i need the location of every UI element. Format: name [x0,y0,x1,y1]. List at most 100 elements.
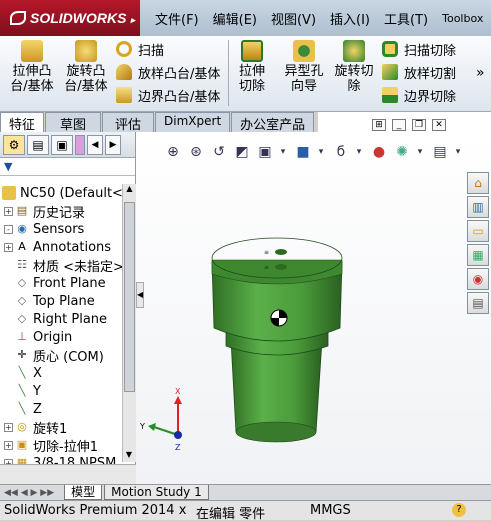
file-explorer-icon[interactable]: ▭ [467,220,489,242]
loft-icon [116,64,132,80]
scroll-up-icon[interactable]: ▲ [123,184,136,196]
view-settings-dropdown-icon[interactable]: ▾ [454,143,462,161]
task-pane: ⌂ ▥ ▭ ▦ ◉ ▤ [467,172,491,320]
display-style-icon[interactable]: ■ [294,143,312,161]
hide-show-items-icon[interactable]: ϭ [332,143,350,161]
tree-item[interactable]: + ◎ 旋转1 [0,418,122,437]
tree-item[interactable]: + A Annotations [0,238,122,256]
custom-properties-icon[interactable]: ▤ [467,292,489,314]
title-menu-bar: SOLIDWORKS ▸ 文件(F) 编辑(E) 视图(V) 插入(I) 工具(T… [0,0,491,36]
tree-item[interactable]: ╲ X [0,364,122,382]
material-icon: ☷ [17,258,27,271]
solidworks-resources-icon[interactable]: ⌂ [467,172,489,194]
expand-plus-icon[interactable]: + [4,422,13,432]
menu-view[interactable]: 视图(V) [264,9,323,28]
svg-text:≡: ≡ [264,249,269,256]
tile-windows-icon[interactable]: ⊞ [372,119,386,131]
sweep-button[interactable]: 扫描 [116,40,164,59]
tree-item[interactable]: + ▤ 历史记录 [0,202,122,221]
tree-item[interactable]: ⊥ Origin [0,328,122,346]
lofted-cut-button[interactable]: 放样切割 [382,63,456,82]
view-settings-icon[interactable]: ▤ [431,143,449,161]
design-library-icon[interactable]: ▥ [467,196,489,218]
tab-dimxpert[interactable]: DimXpert [155,112,231,132]
tree-item[interactable]: ◇ Top Plane [0,292,122,310]
tab-motion-study[interactable]: Motion Study 1 [104,485,209,500]
boundary-boss-button[interactable]: 边界凸台/基体 [116,86,220,105]
revolve-cut-button[interactable]: 旋转切除 [334,40,374,94]
status-help-icon[interactable]: ? [452,503,466,517]
tree-item[interactable]: ✛ 质心 (COM) [0,346,122,365]
swept-cut-button[interactable]: 扫描切除 [382,40,456,59]
section-view-icon[interactable]: ◩ [233,143,251,161]
tab-scroll-icons[interactable]: ◀◀ ◀ ▶ ▶▶ [4,488,54,498]
tab-model[interactable]: 模型 [64,485,103,500]
tree-item[interactable]: + ▣ 切除-拉伸1 [0,436,122,455]
panel-scroll-right-icon[interactable]: ▶ [105,134,121,155]
tree-horizontal-scrollbar[interactable] [0,464,136,484]
appearances-scenes-icon[interactable]: ◉ [467,268,489,290]
collapse-minus-icon[interactable]: - [4,224,13,234]
view-orientation-dropdown-icon[interactable]: ▾ [279,143,287,161]
center-of-mass-marker[interactable] [270,309,288,327]
tab-evaluate[interactable]: 评估 [102,112,155,133]
tab-sketch[interactable]: 草图 [45,112,102,133]
property-manager-tab-icon[interactable]: ▤ [27,134,49,155]
zoom-to-area-icon[interactable]: ⊛ [187,143,205,161]
menu-edit[interactable]: 编辑(E) [206,9,264,28]
dimxpert-manager-tab-icon[interactable] [75,134,85,155]
scroll-down-icon[interactable]: ▼ [123,450,135,462]
menu-insert[interactable]: 插入(I) [323,9,377,28]
tree-vertical-scrollbar[interactable]: ▲ ▼ [122,184,136,462]
scroll-thumb[interactable] [124,202,135,392]
panel-scroll-left-icon[interactable]: ◀ [87,134,103,155]
close-document-icon[interactable]: ✕ [432,119,446,131]
tree-item[interactable]: + ▦ 3/8-18 NPSM [0,454,122,464]
sensors-icon: ◉ [17,222,27,235]
graphics-area[interactable]: ≡ ≡ X Y Z [136,132,491,484]
expand-plus-icon[interactable]: + [4,440,13,450]
menu-toolbox[interactable]: Toolbox [435,12,490,25]
panel-collapse-handle[interactable]: ◀ [136,282,144,308]
display-style-dropdown-icon[interactable]: ▾ [317,143,325,161]
minimize-document-icon[interactable]: _ [392,119,406,131]
tab-office-products[interactable]: 办公室产品 [231,112,315,133]
tree-item[interactable]: ╲ Z [0,400,122,418]
tree-item[interactable]: ╲ Y [0,382,122,400]
filter-icon[interactable]: ▼ [4,160,12,173]
configuration-manager-tab-icon[interactable]: ▣ [51,134,73,155]
axis-icon: ╲ [18,366,26,379]
status-units[interactable]: MMGS [310,503,351,518]
hole-wizard-button[interactable]: 异型孔向导 [284,40,324,94]
zoom-to-fit-icon[interactable]: ⊕ [164,143,182,161]
edit-appearance-icon[interactable]: ● [370,143,388,161]
more-commands-button[interactable]: » [476,64,485,82]
apply-scene-icon[interactable]: ✺ [393,143,411,161]
hide-show-dropdown-icon[interactable]: ▾ [355,143,363,161]
menu-file[interactable]: 文件(F) [148,9,206,28]
previous-view-icon[interactable]: ↺ [210,143,228,161]
boundary-cut-button[interactable]: 边界切除 [382,86,456,105]
view-orientation-icon[interactable]: ▣ [256,143,274,161]
tree-item[interactable]: - ◉ Sensors [0,220,122,238]
restore-document-icon[interactable]: ❐ [412,119,426,131]
axis-icon: ╲ [18,402,26,415]
extrude-cut-label: 拉伸切除 [238,64,265,94]
part-model[interactable]: ≡ ≡ [211,237,343,443]
extrude-cut-button[interactable]: 拉伸切除 [236,40,268,94]
feature-tree-tab-icon[interactable]: ⚙ [3,134,25,155]
expand-plus-icon[interactable]: + [4,206,13,216]
tree-item[interactable]: ☷ 材质 <未指定> [0,256,122,275]
tree-item[interactable]: ◇ Right Plane [0,310,122,328]
tab-features[interactable]: 特征 [0,112,45,133]
tree-root-part[interactable]: NC50 (Default<< [0,184,122,202]
expand-plus-icon[interactable]: + [4,242,13,252]
menu-tools[interactable]: 工具(T) [377,9,435,28]
solidworks-logo[interactable]: SOLIDWORKS ▸ [0,0,140,36]
loft-button[interactable]: 放样凸台/基体 [116,63,220,82]
extrude-boss-button[interactable]: 拉伸凸台/基体 [8,40,56,94]
tree-item[interactable]: ◇ Front Plane [0,274,122,292]
revolve-boss-button[interactable]: 旋转凸台/基体 [62,40,110,94]
view-palette-icon[interactable]: ▦ [467,244,489,266]
apply-scene-dropdown-icon[interactable]: ▾ [416,143,424,161]
